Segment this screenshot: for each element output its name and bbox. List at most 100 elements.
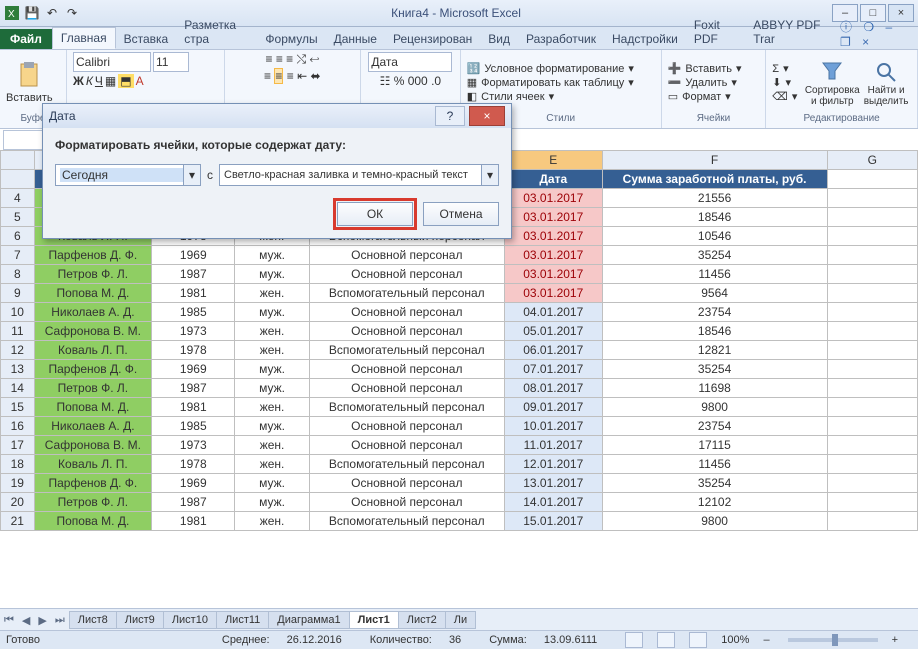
cell-category[interactable]: Вспомогательный персонал: [309, 398, 504, 417]
select-all-corner[interactable]: [1, 151, 35, 170]
chevron-down-icon[interactable]: ▾: [481, 165, 498, 185]
row-header[interactable]: 9: [1, 284, 35, 303]
cell-salary[interactable]: 12821: [602, 341, 827, 360]
row-header[interactable]: 11: [1, 322, 35, 341]
cell-category[interactable]: Основной персонал: [309, 322, 504, 341]
cell-date[interactable]: 14.01.2017: [504, 493, 602, 512]
sheet-tab[interactable]: Диаграмма1: [268, 611, 349, 629]
cell-name[interactable]: Коваль Л. П.: [34, 341, 152, 360]
tab-nav-next-icon[interactable]: ▶: [34, 614, 50, 627]
table-row[interactable]: 8Петров Ф. Л.1987муж.Основной персонал03…: [1, 265, 918, 284]
view-layout-icon[interactable]: [657, 632, 675, 648]
merge-icon[interactable]: ⬌: [310, 69, 320, 83]
cell-salary[interactable]: 11456: [602, 455, 827, 474]
cell-year[interactable]: 1969: [152, 360, 235, 379]
row-header[interactable]: 20: [1, 493, 35, 512]
tab-view[interactable]: Вид: [480, 29, 518, 49]
tab-nav-first-icon[interactable]: ⏮: [0, 614, 18, 627]
cell-salary[interactable]: 17115: [602, 436, 827, 455]
row-header[interactable]: 21: [1, 512, 35, 531]
table-row[interactable]: 17Сафронова В. М.1973жен.Основной персон…: [1, 436, 918, 455]
autosum-button[interactable]: Σ ▾: [772, 62, 797, 75]
format-as-table-button[interactable]: ▦Форматировать как таблицу ▾: [467, 76, 634, 89]
row-header[interactable]: 8: [1, 265, 35, 284]
cell-salary[interactable]: 35254: [602, 360, 827, 379]
cell-name[interactable]: Петров Ф. Л.: [34, 265, 152, 284]
cell-year[interactable]: 1981: [152, 398, 235, 417]
cell-name[interactable]: Коваль Л. П.: [34, 455, 152, 474]
cell-empty[interactable]: [827, 246, 917, 265]
cell-sex[interactable]: жен.: [235, 398, 309, 417]
align-mid-icon[interactable]: ≡: [276, 52, 283, 66]
cell-date[interactable]: 08.01.2017: [504, 379, 602, 398]
cell-category[interactable]: Вспомогательный персонал: [309, 512, 504, 531]
sheet-tab[interactable]: Лист9: [116, 611, 164, 629]
redo-icon[interactable]: ↷: [64, 5, 80, 21]
cell-year[interactable]: 1969: [152, 474, 235, 493]
table-row[interactable]: 7Парфенов Д. Ф.1969муж.Основной персонал…: [1, 246, 918, 265]
align-center-icon[interactable]: ≡: [274, 68, 283, 84]
cell-category[interactable]: Основной персонал: [309, 360, 504, 379]
cell-name[interactable]: Петров Ф. Л.: [34, 379, 152, 398]
cell-salary[interactable]: 18546: [602, 322, 827, 341]
cell-salary[interactable]: 9564: [602, 284, 827, 303]
cell-year[interactable]: 1973: [152, 322, 235, 341]
table-row[interactable]: 19Парфенов Д. Ф.1969муж.Основной персона…: [1, 474, 918, 493]
zoom-level[interactable]: 100%: [721, 634, 749, 646]
cell-category[interactable]: Основной персонал: [309, 246, 504, 265]
fill-color-icon[interactable]: ⬒: [118, 74, 133, 88]
cell-empty[interactable]: [827, 284, 917, 303]
cell-name[interactable]: Попова М. Д.: [34, 398, 152, 417]
clear-button[interactable]: ⌫ ▾: [772, 90, 797, 103]
cell-sex[interactable]: жен.: [235, 455, 309, 474]
cell-date[interactable]: 03.01.2017: [504, 189, 602, 208]
cell-date[interactable]: 12.01.2017: [504, 455, 602, 474]
cell-salary[interactable]: 21556: [602, 189, 827, 208]
cell-sex[interactable]: муж.: [235, 417, 309, 436]
percent-icon[interactable]: %: [394, 74, 405, 88]
find-select-button[interactable]: Найти и выделить: [861, 59, 911, 107]
cell-date[interactable]: 09.01.2017: [504, 398, 602, 417]
sort-filter-button[interactable]: Сортировка и фильтр: [807, 59, 857, 107]
cell-name[interactable]: Попова М. Д.: [34, 512, 152, 531]
row-header[interactable]: 15: [1, 398, 35, 417]
cell-empty[interactable]: [827, 455, 917, 474]
cell-date[interactable]: 03.01.2017: [504, 284, 602, 303]
cell-category[interactable]: Основной персонал: [309, 379, 504, 398]
cell-year[interactable]: 1969: [152, 246, 235, 265]
table-row[interactable]: 11Сафронова В. М.1973жен.Основной персон…: [1, 322, 918, 341]
cell-empty[interactable]: [827, 493, 917, 512]
col-header-e[interactable]: E: [504, 151, 602, 170]
cell-name[interactable]: Парфенов Д. Ф.: [34, 360, 152, 379]
indent-dec-icon[interactable]: ⇤: [297, 69, 307, 83]
cell-sex[interactable]: муж.: [235, 303, 309, 322]
cell-name[interactable]: Петров Ф. Л.: [34, 493, 152, 512]
sheet-tab[interactable]: Лист11: [216, 611, 269, 629]
cell-date[interactable]: 05.01.2017: [504, 322, 602, 341]
dialog-close-button[interactable]: ×: [469, 106, 505, 126]
row-header[interactable]: 7: [1, 246, 35, 265]
row-header[interactable]: 14: [1, 379, 35, 398]
view-normal-icon[interactable]: [625, 632, 643, 648]
row-header[interactable]: 12: [1, 341, 35, 360]
cell-sex[interactable]: муж.: [235, 379, 309, 398]
paste-button[interactable]: Вставить: [6, 62, 53, 104]
cell-date[interactable]: 07.01.2017: [504, 360, 602, 379]
cell-date[interactable]: 13.01.2017: [504, 474, 602, 493]
table-row[interactable]: 12Коваль Л. П.1978жен.Вспомогательный пе…: [1, 341, 918, 360]
cell-name[interactable]: Николаев А. Д.: [34, 303, 152, 322]
tab-layout[interactable]: Разметка стра: [176, 15, 257, 49]
insert-cells-button[interactable]: ➕Вставить ▾: [668, 62, 742, 75]
row-header[interactable]: 6: [1, 227, 35, 246]
align-left-icon[interactable]: ≡: [264, 69, 271, 83]
table-row[interactable]: 20Петров Ф. Л.1987муж.Основной персонал1…: [1, 493, 918, 512]
cancel-button[interactable]: Отмена: [423, 202, 499, 226]
help-icon[interactable]: ❍: [859, 20, 878, 34]
zoom-out-button[interactable]: –: [763, 634, 769, 646]
row-header[interactable]: 18: [1, 455, 35, 474]
cell-name[interactable]: Николаев А. Д.: [34, 417, 152, 436]
cell-date[interactable]: 04.01.2017: [504, 303, 602, 322]
cell-salary[interactable]: 35254: [602, 246, 827, 265]
cell-salary[interactable]: 11456: [602, 265, 827, 284]
table-row[interactable]: 18Коваль Л. П.1978жен.Вспомогательный пе…: [1, 455, 918, 474]
